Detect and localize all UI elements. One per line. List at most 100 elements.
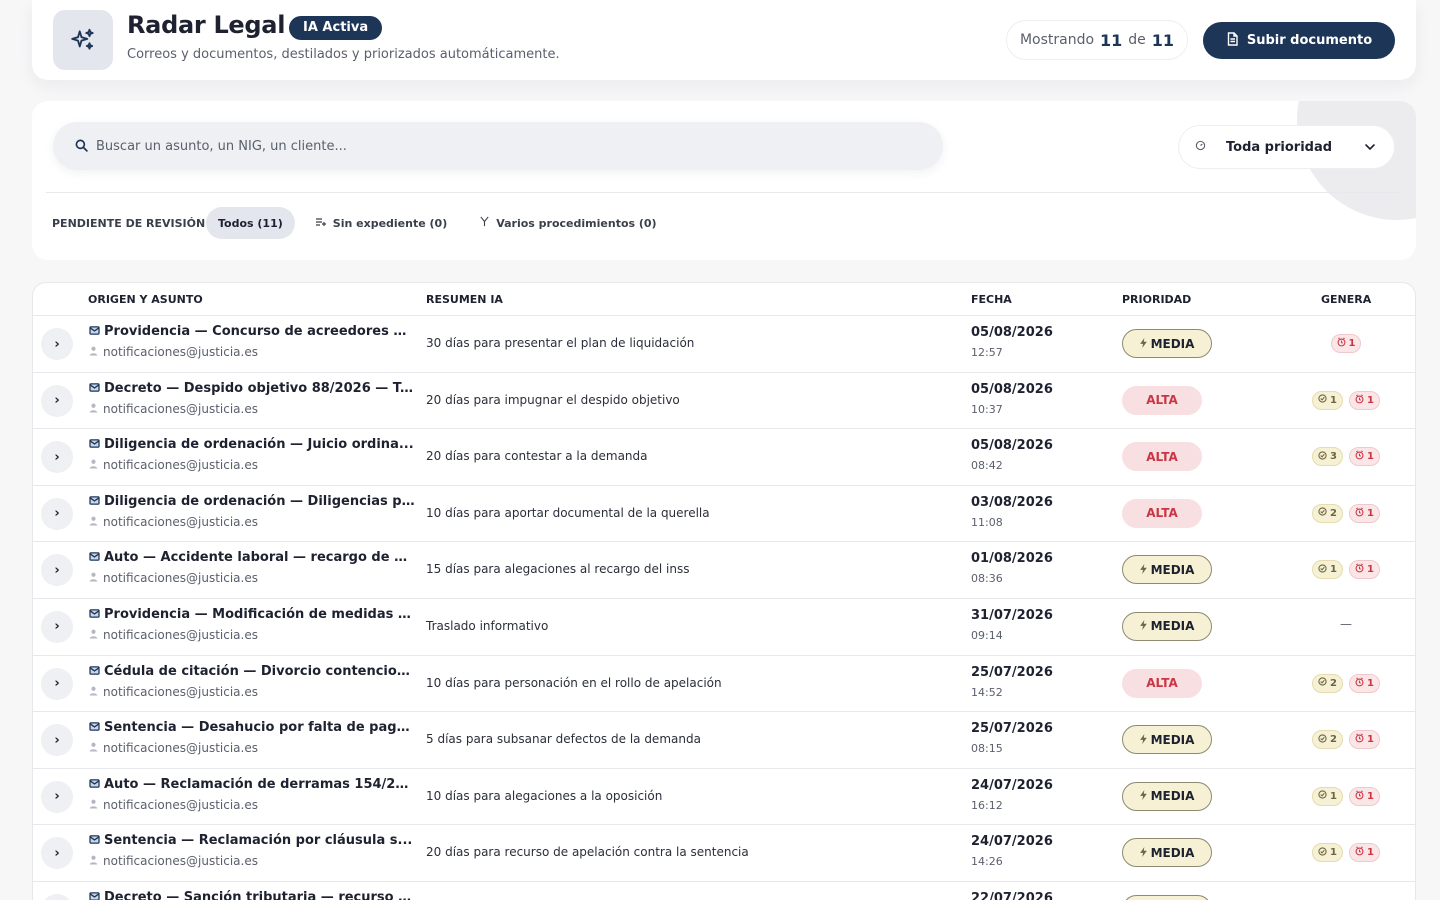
- expand-row-button[interactable]: ›: [41, 837, 73, 870]
- table-row[interactable]: › Decreto — Despido objetivo 88/2026 — Ta…: [33, 373, 1415, 430]
- gauge-icon: [1195, 140, 1206, 155]
- row-sender: notificaciones@justicia.es: [89, 854, 258, 868]
- table-row[interactable]: › Decreto — Sanción tributaria — recurso …: [33, 882, 1415, 900]
- table-body: › Providencia — Concurso de acreedores 21…: [33, 316, 1415, 900]
- row-time: 11:08: [971, 515, 1003, 529]
- priority-badge: MEDIA: [1122, 781, 1212, 811]
- showing-label: Mostrando: [1019, 32, 1095, 48]
- generated-tasks-chip: 1: [1312, 843, 1343, 863]
- generated-tasks-chip: 2: [1312, 503, 1343, 523]
- row-sender-text: notificaciones@justicia.es: [103, 684, 258, 699]
- row-date: 05/08/2026: [971, 325, 1053, 340]
- tab-todos[interactable]: Todos (11): [206, 207, 295, 239]
- list-plus-icon: [315, 217, 327, 230]
- page-title: Radar Legal: [127, 11, 286, 39]
- generated-tasks-count: 1: [1330, 394, 1337, 406]
- mail-icon: [89, 607, 100, 622]
- row-subject[interactable]: Decreto — Sanción tributaria — recurso d…: [89, 890, 415, 900]
- alarm-clock-icon: [1355, 450, 1364, 463]
- row-subject[interactable]: Decreto — Despido objetivo 88/2026 — Ta.…: [89, 381, 415, 396]
- row-subject[interactable]: Cédula de citación — Divorcio contencios…: [89, 664, 415, 679]
- row-generated: —: [1253, 617, 1415, 631]
- row-subject[interactable]: Diligencia de ordenación — Diligencias p…: [89, 494, 415, 509]
- expand-row-button[interactable]: ›: [41, 893, 73, 900]
- table-row[interactable]: › Auto — Reclamación de derramas 154/20..…: [33, 769, 1415, 826]
- table-row[interactable]: › Diligencia de ordenación — Diligencias …: [33, 486, 1415, 543]
- priority-label: ALTA: [1146, 676, 1178, 691]
- expand-row-button[interactable]: ›: [41, 780, 73, 813]
- row-subject-text: Decreto — Sanción tributaria — recurso d…: [104, 889, 415, 900]
- table-row[interactable]: › Providencia — Concurso de acreedores 21…: [33, 316, 1415, 373]
- row-subject[interactable]: Sentencia — Desahucio por falta de pago …: [89, 720, 415, 735]
- row-subject-text: Cédula de citación — Divorcio contencios…: [104, 663, 415, 679]
- generated-deadlines-chip: 1: [1349, 503, 1380, 523]
- table-row[interactable]: › Providencia — Modificación de medidas 2…: [33, 599, 1415, 656]
- tab-sin-expediente-label: Sin expediente (0): [332, 216, 448, 230]
- generated-deadlines-chip: 1: [1349, 447, 1380, 467]
- table-row[interactable]: › Auto — Accidente laboral — recargo de p…: [33, 542, 1415, 599]
- check-circle-icon: [1318, 564, 1327, 576]
- search-input[interactable]: [96, 138, 896, 154]
- expand-row-button[interactable]: ›: [41, 554, 73, 587]
- showing-count: 11: [1100, 30, 1123, 50]
- row-sender: notificaciones@justicia.es: [89, 741, 258, 755]
- table-row[interactable]: › Diligencia de ordenación — Juicio ordin…: [33, 429, 1415, 486]
- row-subject[interactable]: Auto — Accidente laboral — recargo de pr…: [89, 550, 415, 565]
- expand-row-button[interactable]: ›: [41, 328, 73, 360]
- generated-tasks-count: 2: [1330, 677, 1337, 689]
- expand-row-button[interactable]: ›: [41, 497, 73, 530]
- row-subject-text: Auto — Reclamación de derramas 154/20...: [104, 776, 415, 792]
- priority-badge: ALTA: [1122, 668, 1202, 698]
- row-time: 08:42: [971, 459, 1003, 473]
- expand-row-button[interactable]: ›: [41, 724, 73, 757]
- search-bar[interactable]: [53, 122, 943, 170]
- priority-badge: MEDIA: [1122, 838, 1212, 868]
- row-subject[interactable]: Auto — Reclamación de derramas 154/20...: [89, 777, 415, 792]
- table-row[interactable]: › Sentencia — Reclamación por cláusula s.…: [33, 825, 1415, 882]
- generated-deadlines-chip: 1: [1349, 730, 1380, 750]
- row-time: 14:52: [971, 685, 1003, 699]
- expand-row-button[interactable]: ›: [41, 441, 73, 474]
- alarm-clock-icon: [1355, 563, 1364, 576]
- user-icon: [89, 685, 98, 699]
- user-icon: [89, 515, 98, 529]
- priority-label: MEDIA: [1150, 845, 1195, 860]
- user-icon: [89, 741, 98, 755]
- tab-varios-procedimientos[interactable]: Varios procedimientos (0): [467, 207, 668, 239]
- table-row[interactable]: › Cédula de citación — Divorcio contencio…: [33, 656, 1415, 713]
- row-time: 09:14: [971, 628, 1003, 642]
- row-generated: 21: [1253, 503, 1415, 523]
- priority-label: ALTA: [1146, 506, 1178, 521]
- generated-tasks-chip: 1: [1312, 390, 1343, 410]
- row-subject[interactable]: Diligencia de ordenación — Juicio ordina…: [89, 437, 415, 452]
- priority-filter-dropdown[interactable]: Toda prioridad: [1178, 125, 1395, 169]
- row-subject[interactable]: Sentencia — Reclamación por cláusula s..…: [89, 833, 415, 848]
- row-subject[interactable]: Providencia — Concurso de acreedores 21.…: [89, 324, 415, 339]
- priority-badge: ALTA: [1122, 498, 1202, 528]
- expand-row-button[interactable]: ›: [41, 667, 73, 700]
- upload-document-button[interactable]: Subir documento: [1203, 22, 1395, 59]
- row-generated: 31: [1253, 447, 1415, 467]
- generated-deadlines-chip: 1: [1349, 786, 1380, 806]
- priority-label: MEDIA: [1150, 562, 1195, 577]
- row-date: 25/07/2026: [971, 721, 1053, 737]
- column-header: FECHA: [971, 293, 1012, 306]
- row-subject[interactable]: Providencia — Modificación de medidas 2.…: [89, 607, 415, 622]
- expand-row-button[interactable]: ›: [41, 384, 73, 417]
- chevron-right-icon: ›: [54, 336, 60, 352]
- generated-tasks-chip: 1: [1312, 786, 1343, 806]
- row-subject-text: Auto — Accidente laboral — recargo de pr…: [104, 550, 415, 566]
- chevron-right-icon: ›: [54, 619, 60, 635]
- row-generated: 21: [1253, 730, 1415, 750]
- generated-tasks-count: 2: [1330, 507, 1337, 519]
- table-row[interactable]: › Sentencia — Desahucio por falta de pago…: [33, 712, 1415, 769]
- row-time: 08:15: [971, 742, 1003, 756]
- tab-todos-label: Todos (11): [218, 216, 283, 230]
- bolt-icon: [1139, 563, 1147, 577]
- branch-icon: [479, 216, 490, 230]
- row-sender-text: notificaciones@justicia.es: [103, 571, 258, 586]
- expand-row-button[interactable]: ›: [41, 610, 73, 643]
- tab-sin-expediente[interactable]: Sin expediente (0): [303, 207, 459, 239]
- row-sender: notificaciones@justicia.es: [89, 345, 258, 359]
- row-sender: notificaciones@justicia.es: [89, 571, 258, 585]
